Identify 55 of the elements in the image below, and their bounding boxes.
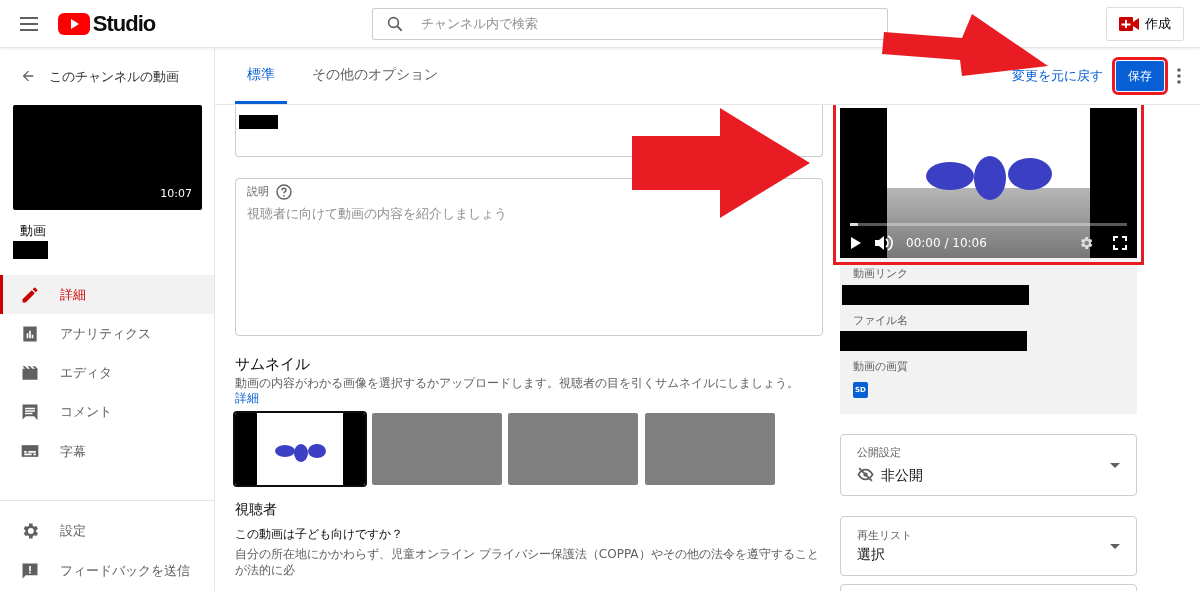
play-icon[interactable] [850, 236, 862, 250]
video-label: 動画 [19, 221, 47, 240]
redaction-bar [239, 115, 278, 129]
tab[interactable]: 標準 [235, 48, 287, 104]
thumbnail-option[interactable] [508, 413, 638, 486]
sidebar-item[interactable]: アナリティクス [0, 314, 214, 354]
info-label: 動画リンク [853, 266, 909, 282]
create-button[interactable]: 作成 [1105, 6, 1184, 41]
dropdown-icon [1110, 462, 1120, 468]
sidebar-item[interactable]: 設定 [0, 511, 214, 551]
field-label: 再生リスト [857, 527, 913, 544]
field-label: 説明 [247, 184, 269, 200]
sidebar-item[interactable]: コメント [0, 392, 214, 432]
time-label: 00:00 / 10:06 [906, 235, 987, 252]
question-text: この動画は子ども向けですか？ [235, 525, 404, 543]
dropdown-icon [1110, 543, 1120, 549]
field-label: 公開設定 [857, 445, 902, 461]
thumbnail-option[interactable] [644, 413, 775, 486]
info-label: 動画の画質 [853, 359, 909, 375]
field-value: 選択 [857, 545, 886, 565]
redaction-bar [13, 241, 48, 260]
thumbnail-option[interactable] [371, 413, 502, 486]
hint-text: 動画の内容がわかる画像を選択するかアップロードします。視聴者の目を引くサムネイルにしましょう。 [235, 375, 799, 390]
help-icon[interactable] [275, 184, 292, 201]
section-title: 視聴者 [235, 500, 278, 520]
logo-icon[interactable] [57, 12, 90, 35]
feedback-icon [20, 561, 40, 581]
camera-icon [1118, 16, 1139, 31]
visibility-dropdown[interactable]: 公開設定 非公開 [840, 434, 1137, 496]
tab[interactable]: その他のオプション [300, 48, 450, 104]
learn-more-link[interactable]: 詳細 [235, 391, 259, 406]
placeholder-text: 視聴者に向けて動画の内容を紹介しましょう [247, 204, 508, 223]
duration-label: 10:07 [160, 186, 192, 203]
search-icon [386, 14, 405, 33]
playlist-dropdown[interactable]: 再生リスト 選択 [840, 516, 1137, 576]
more-icon[interactable] [1176, 68, 1181, 84]
field-value: 非公開 [880, 465, 923, 485]
clapperboard-icon [20, 363, 40, 383]
brand-name: Studio [92, 10, 156, 38]
paragraph: 自分の所在地にかかわらず、児童オンライン プライバシー保護法（COPPA）やその他の法令を遵守することが法的に必 [235, 546, 820, 579]
search-field[interactable]: チャンネル内で検索 [372, 7, 889, 40]
section-title: サムネイル [235, 355, 311, 374]
volume-icon[interactable] [875, 235, 893, 251]
menu-icon[interactable] [20, 16, 38, 31]
sidebar-item[interactable]: エディタ [0, 353, 214, 393]
info-label: ファイル名 [853, 312, 909, 329]
sidebar-item[interactable]: 詳細 [0, 275, 214, 315]
back-link[interactable]: このチャンネルの動画 [49, 66, 179, 87]
hidden-eye-icon [857, 467, 874, 483]
sidebar-item[interactable]: 字幕 [0, 431, 214, 471]
video-thumbnail[interactable]: 10:07 [13, 104, 202, 210]
fullscreen-icon[interactable] [1113, 236, 1127, 250]
sidebar-item[interactable]: フィードバックを送信 [0, 551, 214, 591]
comment-icon [20, 402, 40, 423]
undo-link[interactable]: 変更を元に戻す [1011, 66, 1103, 86]
